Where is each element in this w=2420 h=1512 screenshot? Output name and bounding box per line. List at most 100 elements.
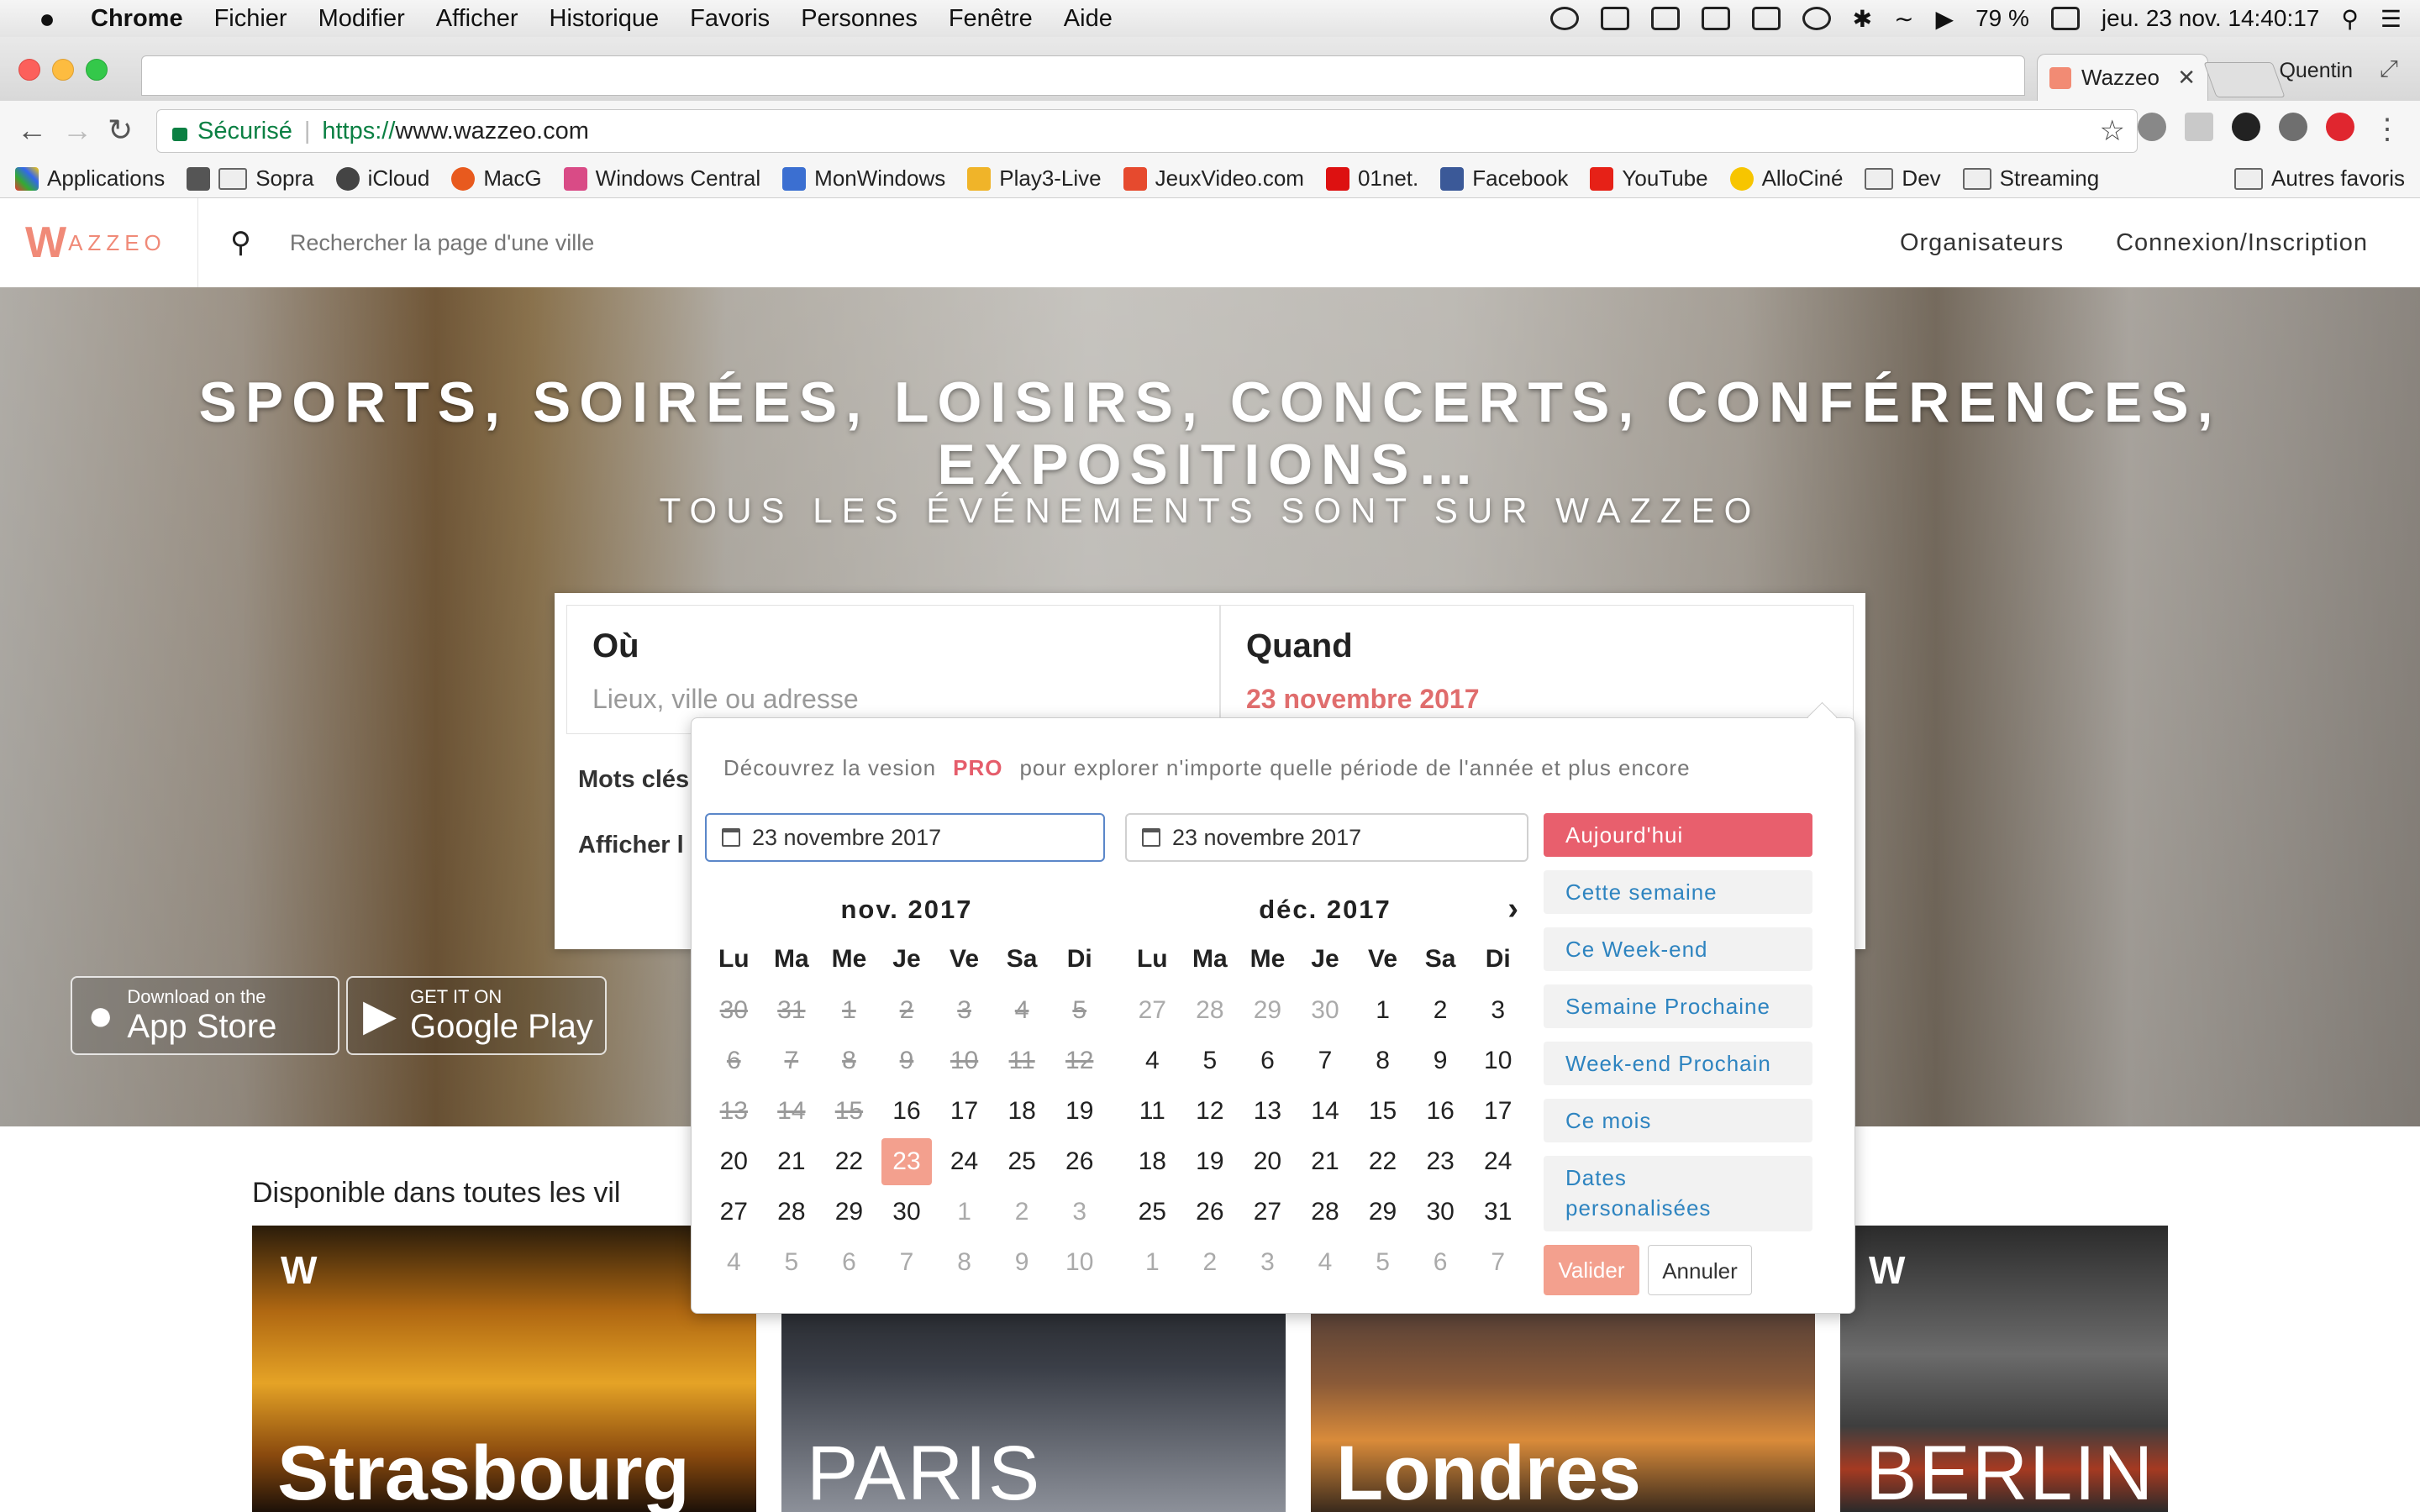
calendar-day[interactable]: 9 [997, 1239, 1048, 1286]
calendar-day[interactable]: 1 [1127, 1239, 1178, 1286]
calendar-day[interactable]: 18 [1127, 1138, 1178, 1185]
bookmark-macg[interactable]: MacG [451, 165, 542, 192]
bookmark-allocine[interactable]: AlloCiné [1729, 165, 1843, 192]
calendar-day[interactable]: 27 [1127, 987, 1178, 1034]
calendar-day[interactable]: 3 [1054, 1189, 1105, 1236]
chrome-menu-icon[interactable]: ⋮ [2373, 113, 2402, 145]
calendar-day[interactable]: 4 [1127, 1037, 1178, 1084]
where-field[interactable]: Où Lieux, ville ou adresse [566, 605, 1220, 734]
nav-connexion[interactable]: Connexion/Inscription [2116, 229, 2368, 257]
quick-this-weekend[interactable]: Ce Week-end [1544, 927, 1812, 971]
volume-icon[interactable]: ▶ [1936, 5, 1954, 33]
menu-fenetre[interactable]: Fenêtre [949, 5, 1033, 33]
keyboard-icon[interactable] [1751, 7, 1781, 30]
pro-link[interactable]: PRO [953, 755, 1002, 780]
calendar-day[interactable]: 2 [1185, 1239, 1236, 1286]
calendar-day[interactable]: 30 [1300, 987, 1351, 1034]
calendar-day[interactable]: 17 [1472, 1088, 1523, 1135]
menu-historique[interactable]: Historique [550, 5, 660, 33]
spotlight-icon[interactable]: ⚲ [2341, 5, 2359, 33]
calendar-day[interactable]: 30 [881, 1189, 933, 1236]
calendar-day[interactable]: 30 [1415, 1189, 1466, 1236]
bluetooth-icon[interactable]: ✱ [1853, 5, 1872, 33]
calendar-day[interactable]: 21 [766, 1138, 818, 1185]
calendar-day[interactable]: 22 [1357, 1138, 1408, 1185]
menu-personnes[interactable]: Personnes [801, 5, 918, 33]
quick-next-week[interactable]: Semaine Prochaine [1544, 984, 1812, 1028]
bookmark-dev[interactable]: Dev [1865, 165, 1941, 192]
calendar-day[interactable]: 24 [939, 1138, 990, 1185]
menu-afficher[interactable]: Afficher [436, 5, 518, 33]
bookmark-other[interactable]: Autres favoris [2234, 165, 2405, 192]
extension-dropper-icon[interactable] [2279, 113, 2307, 141]
calendar-day[interactable]: 6 [823, 1239, 875, 1286]
extension-window-icon[interactable] [2185, 113, 2213, 141]
start-date-input[interactable]: 23 novembre 2017 [705, 813, 1105, 862]
calendar-day[interactable]: 26 [1054, 1138, 1105, 1185]
calendar-day[interactable]: 3 [1242, 1239, 1293, 1286]
quick-today[interactable]: Aujourd'hui [1544, 813, 1812, 857]
bookmark-monwindows[interactable]: MonWindows [782, 165, 945, 192]
bookmark-youtube[interactable]: YouTube [1590, 165, 1708, 192]
calendar-day[interactable]: 22 [823, 1138, 875, 1185]
calendar-day[interactable]: 7 [1300, 1037, 1351, 1084]
wazzeo-logo[interactable]: W AZZEO [0, 198, 198, 287]
calendar-day[interactable]: 2 [1415, 987, 1466, 1034]
nav-organisateurs[interactable]: Organisateurs [1900, 229, 2064, 257]
bookmark-sopra[interactable]: Sopra [187, 165, 314, 192]
calendar-day[interactable]: 8 [939, 1239, 990, 1286]
bookmark-streaming[interactable]: Streaming [1962, 165, 2099, 192]
cancel-button[interactable]: Annuler [1648, 1245, 1752, 1295]
search-icon[interactable]: ⚲ [230, 226, 251, 260]
calendar-day[interactable]: 26 [1185, 1189, 1236, 1236]
calendar-day[interactable]: 18 [997, 1088, 1048, 1135]
chat-icon[interactable] [1802, 7, 1831, 30]
globe-icon[interactable] [1549, 7, 1579, 30]
calendar-day[interactable]: 28 [1185, 987, 1236, 1034]
calendar-day[interactable]: 1 [1357, 987, 1408, 1034]
calendar-day[interactable]: 31 [1472, 1189, 1523, 1236]
calendar-day[interactable]: 5 [766, 1239, 818, 1286]
sync-icon[interactable] [1701, 7, 1730, 30]
menu-aide[interactable]: Aide [1064, 5, 1113, 33]
when-field[interactable]: Quand 23 novembre 2017 [1220, 605, 1854, 734]
calendar-day[interactable]: 23 [1415, 1138, 1466, 1185]
notification-center-icon[interactable]: ☰ [2381, 5, 2402, 33]
quick-this-week[interactable]: Cette semaine [1544, 870, 1812, 914]
minimize-window-button[interactable] [52, 59, 74, 81]
calendar-day[interactable]: 3 [1472, 987, 1523, 1034]
calendar-day[interactable]: 10 [1472, 1037, 1523, 1084]
calendar-day[interactable]: 24 [1472, 1138, 1523, 1185]
new-tab-button[interactable] [2203, 62, 2286, 97]
calendar-day[interactable]: 15 [1357, 1088, 1408, 1135]
bookmark-star-icon[interactable]: ☆ [2100, 114, 2125, 148]
extension-gear-icon[interactable] [2138, 113, 2166, 141]
city-card-berlin[interactable]: W BERLIN [1840, 1226, 2168, 1512]
quick-custom-dates[interactable]: Dates personalisées [1544, 1156, 1812, 1231]
calendar-day[interactable]: 29 [823, 1189, 875, 1236]
calendar-day[interactable]: 21 [1300, 1138, 1351, 1185]
calendar-day[interactable]: 14 [1300, 1088, 1351, 1135]
calendar-day[interactable]: 4 [1300, 1239, 1351, 1286]
calendar-day[interactable]: 6 [1242, 1037, 1293, 1084]
close-tab-icon[interactable]: ✕ [2177, 65, 2196, 91]
zoom-window-button[interactable] [86, 59, 108, 81]
calendar-day[interactable]: 28 [1300, 1189, 1351, 1236]
google-play-badge[interactable]: ▶ GET IT ON Google Play [346, 976, 607, 1055]
window-icon[interactable] [1600, 7, 1629, 30]
calendar-day[interactable]: 29 [1357, 1189, 1408, 1236]
calendar-day[interactable]: 16 [881, 1088, 933, 1135]
reload-icon[interactable]: ↻ [108, 113, 133, 148]
close-window-button[interactable] [18, 59, 40, 81]
menu-modifier[interactable]: Modifier [318, 5, 405, 33]
calendar-day[interactable]: 25 [1127, 1189, 1178, 1236]
clock[interactable]: jeu. 23 nov. 14:40:17 [2102, 5, 2319, 32]
apple-icon[interactable]: ● [29, 3, 66, 34]
calendar-day[interactable]: 25 [997, 1138, 1048, 1185]
calendar-day[interactable]: 12 [1185, 1088, 1236, 1135]
wifi-icon[interactable]: ∼ [1894, 5, 1913, 33]
calendar-day[interactable]: 27 [708, 1189, 760, 1236]
calendar-day[interactable]: 5 [1185, 1037, 1236, 1084]
calendar-day[interactable]: 7 [1472, 1239, 1523, 1286]
calendar-day[interactable]: 19 [1054, 1088, 1105, 1135]
